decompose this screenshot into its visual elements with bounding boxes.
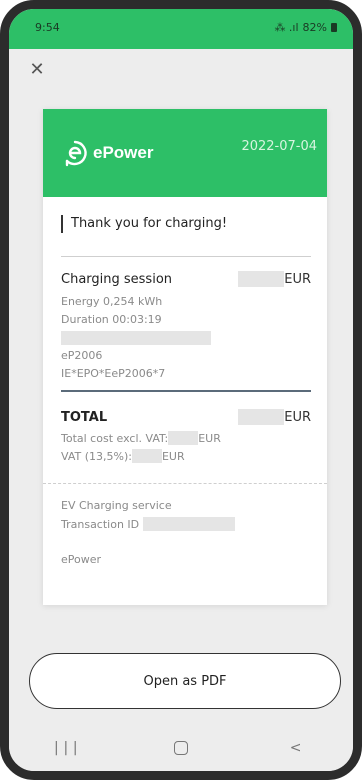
total-currency: EUR — [284, 409, 311, 425]
redacted-amount — [168, 431, 199, 445]
total-label: TOTAL — [61, 409, 108, 425]
transaction-label: Transaction ID — [61, 517, 140, 531]
total-row: TOTAL EUR — [61, 409, 311, 425]
redacted-amount — [238, 271, 285, 287]
open-pdf-button[interactable]: Open as PDF — [29, 653, 341, 709]
recents-button[interactable]: ||| — [46, 733, 86, 763]
thanks-message: Thank you for charging! — [61, 215, 227, 233]
status-time: 9:54 — [35, 21, 60, 34]
epower-logo: ePower — [61, 139, 153, 167]
redacted-address — [61, 331, 211, 345]
receipt-card: ePower 2022-07-04 Thank you for charging… — [43, 109, 327, 605]
epower-logo-icon — [65, 140, 87, 167]
company-text: ePower — [61, 553, 102, 566]
excl-vat-line: Total cost excl. VAT: EUR — [61, 431, 221, 445]
vat-line: VAT (13,5%): EUR — [61, 449, 185, 463]
status-icons: ⁂ .ıl 82% — [274, 21, 337, 34]
excl-vat-label: Total cost excl. VAT: — [61, 431, 169, 445]
back-button[interactable]: < — [276, 733, 316, 763]
recents-icon: ||| — [52, 740, 81, 756]
session-currency: EUR — [284, 271, 311, 287]
service-text: EV Charging service — [61, 499, 172, 512]
signal-icon: ⁂ .ıl — [274, 21, 299, 34]
redacted-amount — [131, 449, 162, 463]
close-icon: ✕ — [29, 58, 45, 80]
home-icon — [173, 741, 188, 755]
transaction-line: Transaction ID — [61, 517, 236, 531]
battery-percent: 82% — [302, 21, 327, 34]
total-amount: EUR — [238, 409, 311, 425]
close-button[interactable]: ✕ — [23, 55, 51, 83]
home-button[interactable] — [161, 733, 201, 763]
back-icon: < — [289, 740, 302, 756]
divider-strong — [61, 390, 311, 392]
redacted-transaction-id — [143, 517, 236, 531]
receipt-date: 2022-07-04 — [241, 139, 317, 154]
energy-text: Energy 0,254 kWh — [61, 295, 163, 308]
vat-label: VAT (13,5%): — [61, 449, 132, 463]
redacted-amount — [238, 409, 285, 425]
station-text: eP2006 — [61, 349, 103, 362]
phone-frame: 9:54 ⁂ .ıl 82% ✕ ePower 2022-07-04 Thank… — [0, 0, 362, 780]
session-row: Charging session EUR — [61, 271, 311, 287]
excl-vat-currency: EUR — [198, 431, 221, 445]
evse-id-text: IE*EPO*EeP2006*7 — [61, 367, 166, 380]
vat-currency: EUR — [161, 449, 185, 463]
logo-text: ePower — [93, 143, 154, 162]
divider — [61, 256, 311, 257]
session-title: Charging session — [61, 271, 173, 287]
dashed-divider — [43, 483, 327, 484]
nav-bar: ||| < — [9, 725, 353, 771]
session-amount: EUR — [238, 271, 311, 287]
receipt-header: ePower 2022-07-04 — [43, 109, 327, 197]
redacted-block — [61, 331, 211, 345]
duration-text: Duration 00:03:19 — [61, 313, 162, 326]
battery-icon — [331, 23, 337, 32]
status-bar: 9:54 ⁂ .ıl 82% — [9, 9, 353, 49]
